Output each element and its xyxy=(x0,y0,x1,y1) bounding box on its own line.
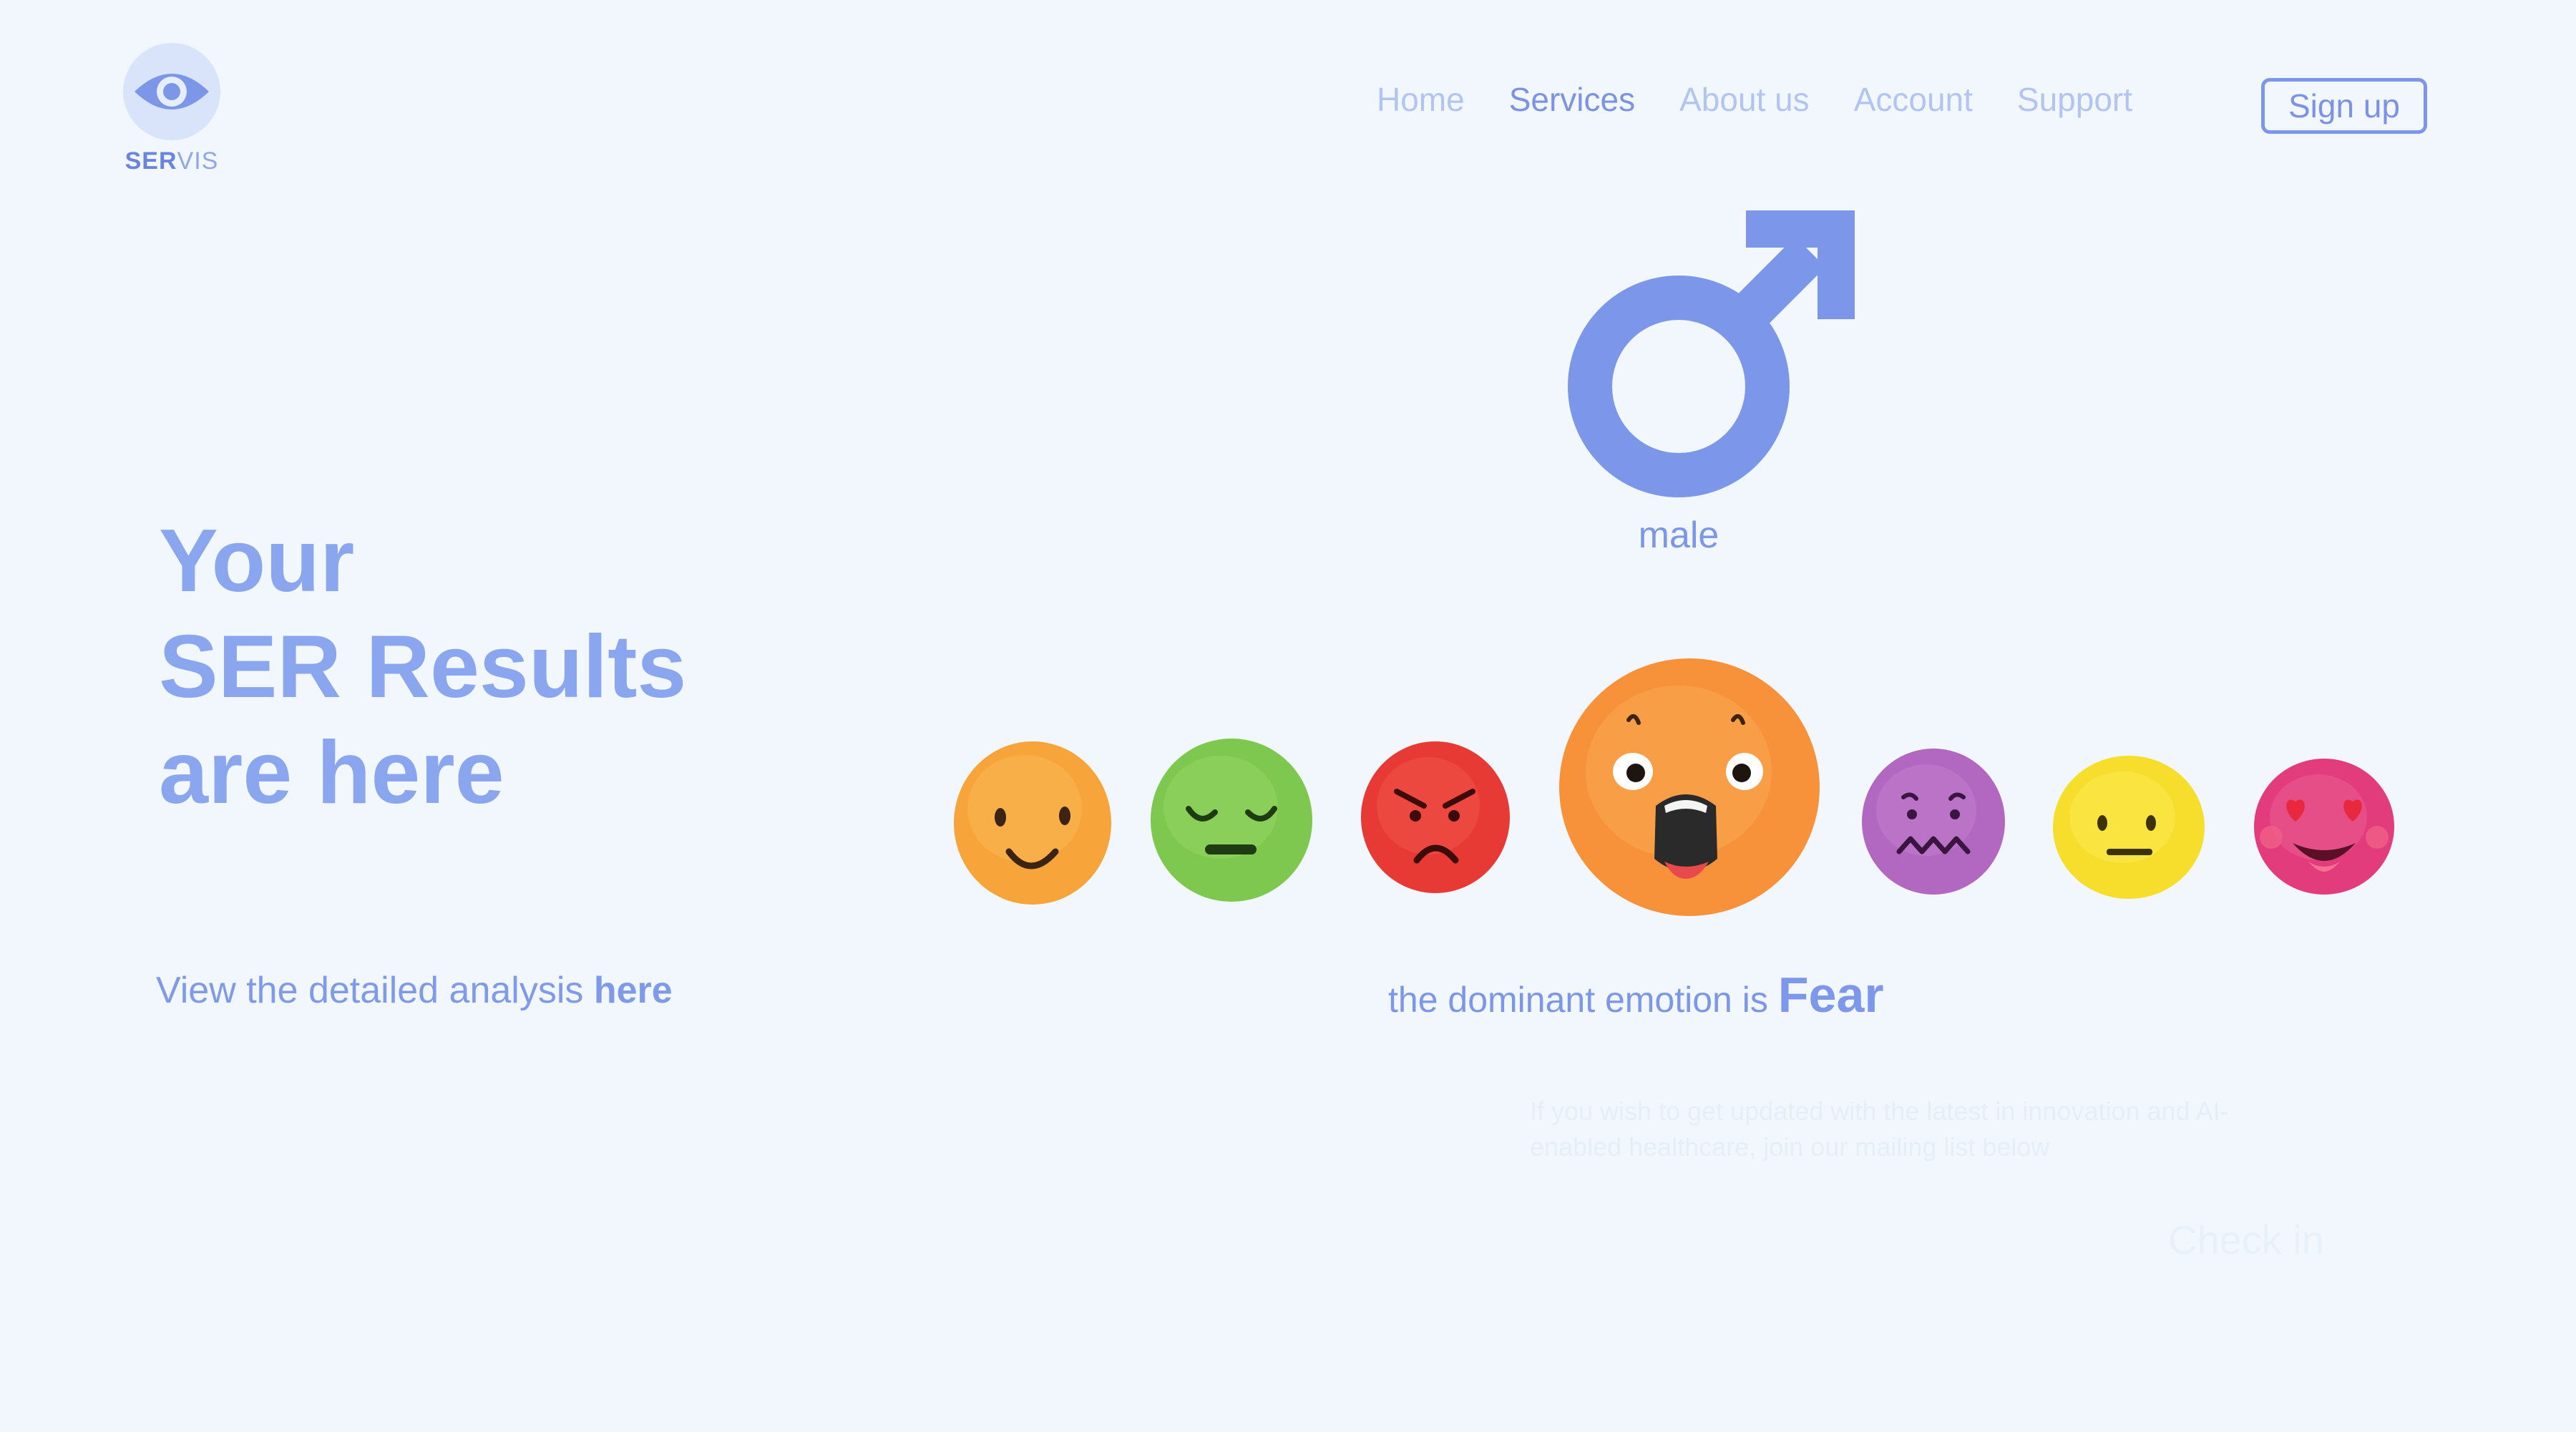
eye-icon xyxy=(123,43,220,140)
mailing-list-text: If you wish to get updated with the late… xyxy=(1530,1096,2229,1161)
nav-services[interactable]: Services xyxy=(1509,80,1635,119)
dominant-emotion-result: the dominant emotion is Fear xyxy=(1388,966,2576,1023)
analysis-link[interactable]: here xyxy=(594,970,673,1011)
happy-emoji-icon xyxy=(952,737,1113,910)
nav-home[interactable]: Home xyxy=(1377,80,1465,119)
sad-emoji-icon xyxy=(1149,737,1314,907)
nav-account[interactable]: Account xyxy=(1854,80,1973,119)
page-title: Your SER Results are here xyxy=(159,508,686,826)
fear-emoji-icon xyxy=(1557,657,1822,921)
nav-about-us[interactable]: About us xyxy=(1679,80,1810,119)
sign-up-button[interactable]: Sign up xyxy=(2261,78,2427,134)
brand-name: SERVIS xyxy=(125,147,219,175)
analysis-text: View the detailed analysis xyxy=(156,970,594,1011)
main-nav: Home Services About us Account Support xyxy=(1377,80,2177,119)
neutral-emoji-icon xyxy=(2052,754,2205,904)
disgust-emoji-icon xyxy=(1860,747,2006,900)
hero-line-3: are here xyxy=(159,724,504,822)
gender-label: male xyxy=(1638,515,1719,556)
check-in-button[interactable]: Check in xyxy=(2168,1217,2324,1263)
analysis-prompt: View the detailed analysis here xyxy=(156,969,673,1012)
dominant-emotion-value: Fear xyxy=(1777,967,1884,1023)
angry-emoji-icon xyxy=(1360,740,1511,898)
hero-line-1: Your xyxy=(159,512,355,610)
love-emoji-icon xyxy=(2253,757,2396,900)
hero-line-2: SER Results xyxy=(159,618,687,716)
nav-support[interactable]: Support xyxy=(2017,80,2132,119)
male-symbol-icon xyxy=(1567,208,1868,519)
dominant-emotion-text: the dominant emotion is xyxy=(1388,980,1778,1020)
logo[interactable]: SERVIS xyxy=(122,42,222,177)
